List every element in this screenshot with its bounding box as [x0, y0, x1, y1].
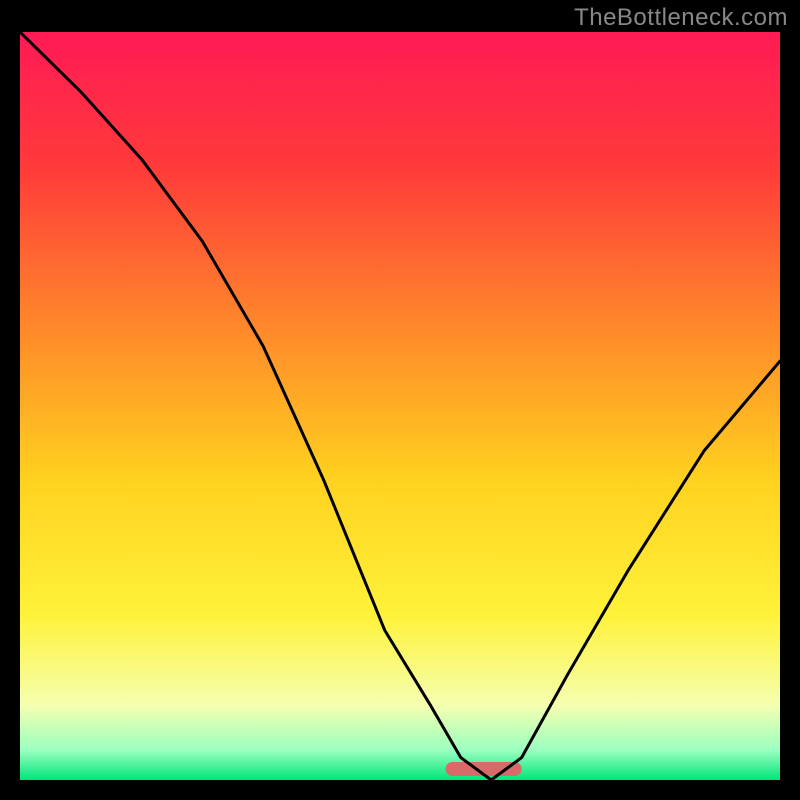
chart-frame: TheBottleneck.com: [0, 0, 800, 800]
plot-svg: [20, 32, 780, 780]
watermark-text: TheBottleneck.com: [574, 4, 788, 32]
bottleneck-plot: [20, 32, 780, 780]
gradient-background: [20, 32, 780, 780]
